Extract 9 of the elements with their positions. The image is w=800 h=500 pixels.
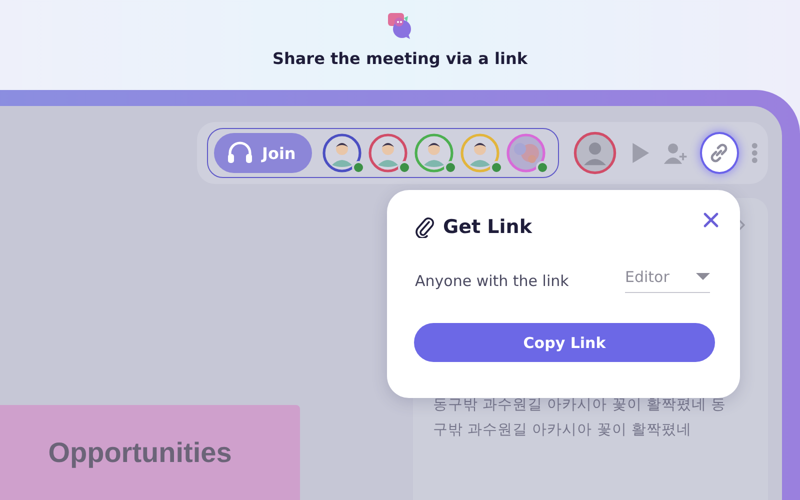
- role-dropdown[interactable]: Editor: [625, 268, 710, 293]
- page-title: Share the meeting via a link: [272, 49, 528, 68]
- access-label: Anyone with the link: [415, 272, 569, 290]
- note-text: 동구밖 과수원길 아카시아 꽃이 활짝폈네 동구밖 과수원길 아카시아 꽃이 활짝폈네: [433, 396, 728, 440]
- copy-link-button[interactable]: Copy Link: [414, 323, 715, 362]
- opportunities-card[interactable]: Opportunities: [0, 405, 300, 500]
- join-button[interactable]: Join: [214, 133, 312, 173]
- popup-title: Get Link: [443, 216, 532, 238]
- card-title: Opportunities: [48, 436, 232, 468]
